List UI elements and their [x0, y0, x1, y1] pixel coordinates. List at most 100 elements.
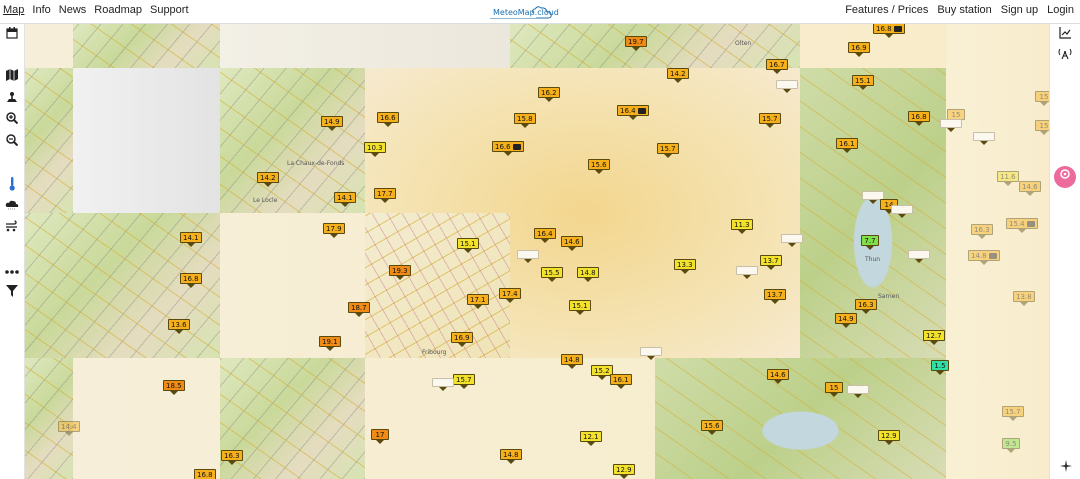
station-marker[interactable] [891, 205, 913, 218]
station-marker[interactable]: 14.2 [257, 172, 279, 187]
station-marker[interactable]: 11.3 [731, 219, 753, 234]
station-marker[interactable]: 16.9 [451, 332, 473, 347]
station-marker[interactable]: 16.6 [377, 112, 399, 127]
station-marker[interactable]: 13.3 [674, 259, 696, 274]
thermometer-icon[interactable] [4, 177, 20, 193]
nav-map[interactable]: Map [3, 4, 24, 16]
map-icon[interactable] [4, 69, 20, 85]
station-marker[interactable]: 16.6 [492, 141, 524, 156]
nav-buy-station[interactable]: Buy station [937, 4, 991, 16]
more-icon[interactable] [4, 263, 20, 279]
station-marker[interactable]: 17.4 [499, 288, 521, 303]
station-marker[interactable]: 14.6 [561, 236, 583, 251]
station-marker[interactable]: 18.5 [163, 380, 185, 395]
station-marker[interactable]: 13.7 [760, 255, 782, 270]
station-marker[interactable]: 15.7 [453, 374, 475, 389]
station-marker[interactable] [973, 132, 995, 145]
station-marker[interactable] [781, 234, 803, 247]
nav-login[interactable]: Login [1047, 4, 1074, 16]
station-marker[interactable]: 16.4 [617, 105, 649, 120]
station-marker[interactable]: 19.1 [319, 336, 341, 351]
station-marker[interactable]: 15.1 [852, 75, 874, 90]
station-marker[interactable]: 14.6 [1019, 181, 1041, 196]
station-marker[interactable]: 16.8 [873, 23, 905, 38]
station-marker[interactable]: 12.9 [878, 430, 900, 445]
station-marker[interactable]: 16.3 [221, 450, 243, 465]
station-marker[interactable]: 14.2 [667, 68, 689, 83]
chart-icon[interactable] [1057, 27, 1073, 43]
station-marker[interactable]: 15.7 [1002, 406, 1024, 421]
station-marker[interactable]: 16.7 [766, 59, 788, 74]
antenna-icon[interactable] [1057, 48, 1073, 64]
pin-button[interactable] [1054, 166, 1076, 188]
station-marker[interactable]: 17.7 [374, 188, 396, 203]
station-icon[interactable] [4, 91, 20, 107]
station-marker[interactable]: 16.1 [836, 138, 858, 153]
station-marker[interactable]: 16.4 [534, 228, 556, 243]
nav-support[interactable]: Support [150, 4, 189, 16]
station-marker[interactable]: 15.5 [541, 267, 563, 282]
station-marker[interactable] [517, 250, 539, 263]
station-marker[interactable]: 15.6 [701, 420, 723, 435]
nav-sign-up[interactable]: Sign up [1001, 4, 1038, 16]
station-marker[interactable]: 15.6 [588, 159, 610, 174]
station-marker[interactable]: 16.3 [971, 224, 993, 239]
station-marker[interactable]: 14.9 [835, 313, 857, 328]
sparkle-icon[interactable] [1060, 460, 1072, 475]
station-marker[interactable]: 19.7 [625, 36, 647, 51]
station-marker[interactable]: 14.8 [577, 267, 599, 282]
station-marker[interactable] [640, 347, 662, 360]
station-marker[interactable] [847, 385, 869, 398]
nav-info[interactable]: Info [32, 4, 50, 16]
wind-icon[interactable] [4, 220, 20, 236]
station-marker[interactable]: 16.8 [180, 273, 202, 288]
station-marker[interactable]: 15.1 [569, 300, 591, 315]
station-marker[interactable]: 14.4 [58, 421, 80, 436]
zoom-out-icon[interactable] [4, 134, 20, 150]
station-marker[interactable]: 13.6 [168, 319, 190, 334]
station-marker[interactable]: 14.1 [180, 232, 202, 247]
station-marker[interactable]: 15 [1035, 120, 1050, 135]
station-marker[interactable]: 14.9 [321, 116, 343, 131]
station-marker[interactable]: 14.1 [334, 192, 356, 207]
weather-map[interactable]: Le Locle La Chaux-de-Fonds Fribourg Olte… [25, 23, 1050, 479]
station-marker[interactable]: 16.3 [855, 299, 877, 314]
station-marker[interactable]: 16.8 [194, 469, 216, 479]
station-marker[interactable]: 15 [825, 382, 843, 397]
calendar-icon[interactable] [4, 27, 20, 43]
nav-news[interactable]: News [59, 4, 87, 16]
station-marker[interactable] [432, 378, 454, 391]
nav-roadmap[interactable]: Roadmap [94, 4, 142, 16]
station-marker[interactable]: 15.4 [1006, 218, 1038, 233]
station-marker[interactable]: 15.8 [514, 113, 536, 128]
cloud-icon[interactable] [4, 199, 20, 215]
station-marker[interactable]: 9.5 [1002, 438, 1020, 453]
station-marker[interactable]: 19.3 [389, 265, 411, 280]
station-marker[interactable]: 14.8 [561, 354, 583, 369]
station-marker[interactable]: 15.1 [457, 238, 479, 253]
station-marker[interactable]: 17 [371, 429, 389, 444]
station-marker[interactable]: 7.7 [861, 235, 879, 250]
station-marker[interactable]: 16.2 [538, 87, 560, 102]
station-marker[interactable]: 1.5 [931, 360, 949, 375]
logo[interactable]: MeteoMap.cloud [490, 2, 559, 21]
station-marker[interactable] [776, 80, 798, 93]
station-marker[interactable]: 17.9 [323, 223, 345, 238]
station-marker[interactable]: 12.1 [580, 431, 602, 446]
station-marker[interactable]: 15 [1035, 91, 1050, 106]
station-marker[interactable]: 14.8 [500, 449, 522, 464]
station-marker[interactable] [908, 250, 930, 263]
station-marker[interactable]: 15.7 [657, 143, 679, 158]
station-marker[interactable]: 12.7 [923, 330, 945, 345]
station-marker[interactable]: 16.1 [610, 374, 632, 389]
zoom-in-icon[interactable] [4, 112, 20, 128]
station-marker[interactable]: 17.1 [467, 294, 489, 309]
station-marker[interactable]: 11.6 [997, 171, 1019, 186]
station-marker[interactable]: 12.9 [613, 464, 635, 479]
station-marker[interactable] [736, 266, 758, 279]
station-marker[interactable]: 10.3 [364, 142, 386, 157]
station-marker[interactable]: 14.6 [767, 369, 789, 384]
station-marker[interactable] [940, 119, 962, 132]
filter-icon[interactable] [4, 285, 20, 301]
station-marker[interactable]: 15.7 [759, 113, 781, 128]
